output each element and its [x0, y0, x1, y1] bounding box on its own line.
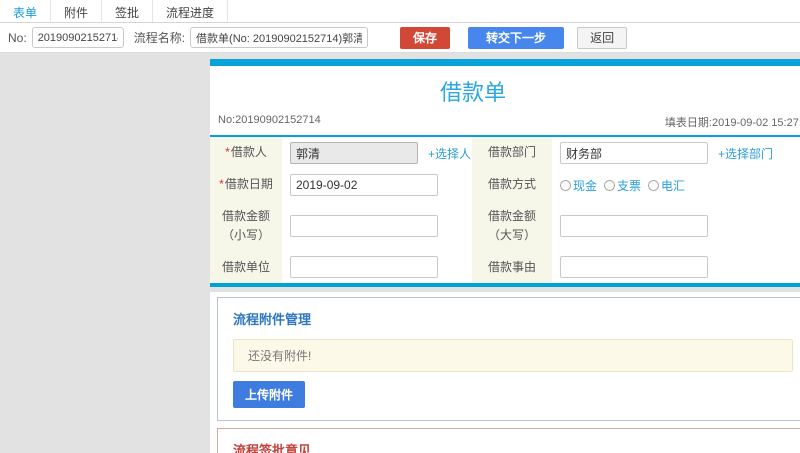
tab-approval[interactable]: 签批: [102, 0, 154, 22]
attachment-section: 流程附件管理 还没有附件! 上传附件: [217, 297, 800, 422]
approval-section-title: 流程签批意见: [233, 443, 312, 453]
radio-icon: [648, 179, 660, 191]
workspace: 借款单 No:20190902152714 填表日期:2019-09-02 15…: [0, 53, 800, 453]
forward-next-step-button[interactable]: 转交下一步: [468, 26, 565, 49]
tab-bar: 表单 附件 签批 流程进度: [0, 0, 800, 23]
loan-method-radio-group: 现金 支票 电汇: [560, 177, 685, 194]
form-meta-row: No:20190902152714 填表日期:2019-09-02 15:27:…: [210, 111, 800, 135]
lower-panel: 流程附件管理 还没有附件! 上传附件 流程签批意见 B I abc: [210, 292, 800, 453]
form-grid: *借款人 +选择人员 借款部门 +选择部门 *借款日期 借款: [210, 135, 800, 288]
radio-icon: [604, 179, 616, 191]
loan-date-input[interactable]: [290, 174, 438, 196]
radio-cash[interactable]: 现金: [560, 177, 597, 194]
pick-dept-link[interactable]: +选择部门: [718, 145, 773, 162]
amount-upper-input[interactable]: [560, 215, 708, 238]
amount-upper-field-cell: [552, 201, 800, 251]
amount-lower-input[interactable]: [290, 215, 438, 238]
borrower-field-cell: +选择人员: [282, 137, 483, 169]
dept-field-cell: +选择部门: [552, 137, 800, 169]
tab-attachment[interactable]: 附件: [51, 0, 103, 22]
radio-wire[interactable]: 电汇: [648, 177, 685, 194]
oa-workflow-screen: 表单 附件 签批 流程进度 No: 流程名称: 保存 转交下一步 返回 借款单 …: [0, 0, 800, 453]
action-toolbar: No: 流程名称: 保存 转交下一步 返回: [0, 23, 800, 53]
panel-accent-bar: [210, 59, 800, 66]
flow-name-input[interactable]: [190, 27, 369, 48]
tab-form[interactable]: 表单: [0, 0, 52, 22]
form-title: 借款单: [439, 80, 506, 105]
attachment-section-title: 流程附件管理: [233, 312, 312, 328]
loan-reason-input[interactable]: [560, 256, 708, 279]
approval-section: 流程签批意见 B I abc: [217, 428, 800, 453]
radio-cheque[interactable]: 支票: [604, 177, 641, 194]
amount-lower-field-cell: [282, 201, 472, 251]
borrower-label-cell: *借款人: [210, 137, 282, 169]
date-field-cell: [282, 169, 472, 201]
dept-label-cell: 借款部门: [472, 137, 552, 169]
tab-progress[interactable]: 流程进度: [153, 0, 229, 22]
back-button[interactable]: 返回: [577, 26, 628, 49]
method-label-cell: 借款方式: [472, 169, 552, 201]
unit-field-cell: [282, 251, 472, 283]
dept-input[interactable]: [560, 142, 708, 164]
no-attachment-alert: 还没有附件!: [233, 339, 793, 373]
amount-upper-label-cell: 借款金额（大写）: [472, 201, 552, 252]
save-button[interactable]: 保存: [400, 26, 451, 49]
required-mark: *: [225, 145, 230, 160]
form-doc-no: No:20190902152714: [218, 114, 321, 126]
method-field-cell: 现金 支票 电汇: [552, 169, 800, 201]
form-fill-date: 填表日期:2019-09-02 15:27:1: [664, 117, 800, 129]
upload-attachment-button[interactable]: 上传附件: [233, 381, 306, 409]
radio-icon: [560, 179, 571, 191]
flow-name-label: 流程名称:: [133, 31, 186, 45]
unit-label-cell: 借款单位: [210, 251, 282, 284]
loan-form-panel: 借款单 No:20190902152714 填表日期:2019-09-02 15…: [210, 59, 800, 288]
loan-unit-input[interactable]: [290, 256, 438, 279]
reason-label-cell: 借款事由: [472, 251, 552, 284]
borrower-input[interactable]: [290, 142, 418, 164]
required-mark: *: [219, 177, 224, 192]
no-input[interactable]: [31, 27, 124, 48]
amount-lower-label-cell: 借款金额（小写）: [210, 201, 282, 252]
no-label: No:: [8, 30, 27, 45]
date-label-cell: *借款日期: [210, 169, 282, 201]
reason-field-cell: [552, 251, 800, 283]
